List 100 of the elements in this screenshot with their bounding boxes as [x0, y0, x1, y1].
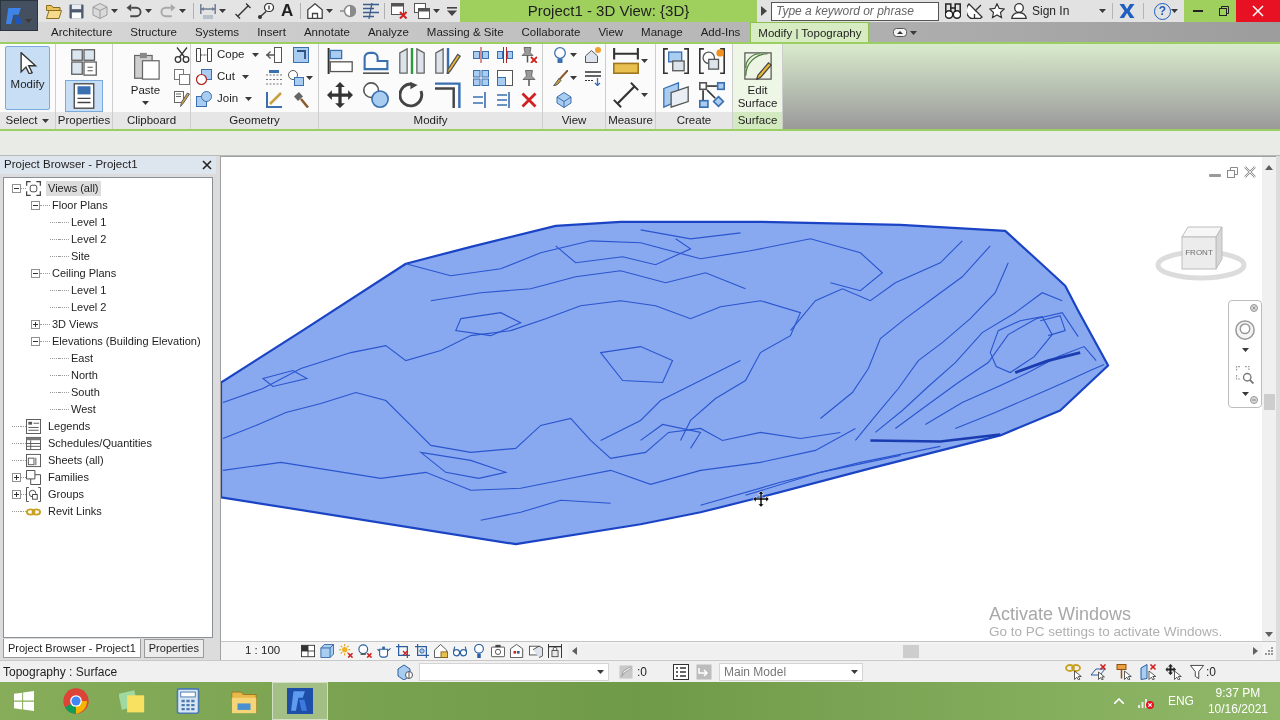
align-icon[interactable]: [327, 48, 353, 74]
tree-item[interactable]: Revit Links: [46, 504, 104, 519]
user-icon[interactable]: [1011, 3, 1027, 19]
tree-item[interactable]: 3D Views: [50, 317, 101, 332]
pencil-corner-icon[interactable]: [265, 92, 282, 109]
trim-multiple-icon[interactable]: [497, 92, 513, 109]
caret-icon[interactable]: [179, 9, 186, 13]
ribbon-tab[interactable]: Collaborate: [513, 22, 589, 42]
caret-icon[interactable]: [1171, 9, 1178, 13]
ribbon-tab[interactable]: Architecture: [43, 22, 121, 42]
split-face-icon[interactable]: [265, 69, 282, 86]
glasses-icon[interactable]: [453, 644, 467, 658]
collapse-icon[interactable]: [12, 184, 21, 193]
paste-icon[interactable]: [131, 52, 160, 80]
dimension-lock-icon[interactable]: [548, 644, 562, 658]
join-icon[interactable]: [196, 91, 212, 107]
pin-select-icon[interactable]: [1115, 663, 1132, 680]
tag-icon[interactable]: [258, 3, 274, 19]
array-icon[interactable]: [473, 69, 489, 86]
ribbon-tab[interactable]: Insert: [249, 22, 294, 42]
star-icon[interactable]: [989, 3, 1005, 19]
cube-badge-icon[interactable]: [397, 663, 413, 680]
tool-button[interactable]: Join: [196, 88, 260, 110]
trim-icon[interactable]: [435, 82, 461, 108]
arrow-right-icon[interactable]: [761, 6, 767, 16]
tree-item[interactable]: South: [69, 385, 102, 400]
assembly-icon[interactable]: [663, 48, 689, 74]
hammer-icon[interactable]: [292, 92, 309, 109]
link-select-icon[interactable]: [1065, 663, 1082, 680]
caret-icon[interactable]: [42, 118, 50, 123]
crop-region-icon[interactable]: [415, 644, 429, 658]
expand-icon[interactable]: [12, 473, 21, 482]
tree-item[interactable]: Level 1: [69, 283, 109, 298]
select-similar-icon[interactable]: [699, 82, 725, 108]
ring-logo-icon[interactable]: [63, 688, 89, 714]
underlay-select-icon[interactable]: [1090, 663, 1107, 680]
app-logo-icon[interactable]: [287, 688, 313, 714]
close-windows-icon[interactable]: [391, 3, 408, 19]
sun-off-icon[interactable]: [339, 644, 353, 658]
view-scale[interactable]: 1 : 100: [245, 642, 297, 660]
caret-icon[interactable]: [326, 9, 334, 13]
circle-square-icon[interactable]: [288, 69, 304, 86]
scroll-right-icon[interactable]: [1253, 647, 1258, 655]
switch-windows-icon[interactable]: [414, 3, 431, 19]
delete-icon[interactable]: [521, 92, 537, 109]
scroll-down-icon[interactable]: [1265, 632, 1273, 637]
copy-element-icon[interactable]: [363, 82, 389, 108]
split-element-icon[interactable]: [473, 47, 489, 63]
scroll-left-icon[interactable]: [572, 647, 577, 655]
x-logo-icon[interactable]: [1119, 3, 1135, 19]
grid-icon[interactable]: [301, 644, 315, 658]
text-tool-button[interactable]: A: [279, 1, 296, 21]
horizontal-scrollbar[interactable]: [568, 643, 1262, 659]
view-close-icon[interactable]: [1244, 166, 1256, 178]
model-dropdown[interactable]: Main Model: [719, 662, 863, 681]
close-x-icon[interactable]: [202, 160, 212, 170]
view-minimize-icon[interactable]: [1209, 173, 1221, 177]
filter-icon[interactable]: [1190, 663, 1204, 680]
expand-icon[interactable]: [31, 320, 40, 329]
sign-in-button[interactable]: Sign In: [1032, 2, 1070, 20]
taskbar-button[interactable]: [272, 682, 328, 720]
cut-geometry-icon[interactable]: [196, 69, 212, 85]
collapse-icon[interactable]: [31, 269, 40, 278]
caret-icon[interactable]: [111, 9, 118, 13]
tree-item[interactable]: West: [69, 402, 98, 417]
tree-item[interactable]: Level 1: [69, 215, 109, 230]
caret-icon[interactable]: [219, 9, 226, 13]
tool-button[interactable]: Cut: [196, 66, 260, 88]
caret-icon[interactable]: [1241, 348, 1249, 352]
customize-icon[interactable]: [447, 6, 458, 16]
caret-icon[interactable]: [910, 30, 918, 35]
steering-wheel-icon[interactable]: [1235, 320, 1255, 340]
zoom-icon[interactable]: [1236, 366, 1254, 384]
bulb-icon[interactable]: [551, 47, 568, 63]
save-icon[interactable]: [69, 3, 84, 19]
ribbon-tab[interactable]: Annotate: [295, 22, 358, 42]
caret-icon[interactable]: [306, 75, 313, 80]
resize-grip-icon[interactable]: [1265, 647, 1273, 655]
mirror-axis-icon[interactable]: [399, 48, 425, 74]
house-icon[interactable]: [307, 3, 324, 19]
caret-icon[interactable]: [245, 97, 253, 101]
nav-close-icon[interactable]: [1250, 304, 1258, 312]
dock-tab[interactable]: Properties: [143, 639, 204, 658]
small-bulb-icon[interactable]: [472, 644, 486, 658]
house-badge-icon[interactable]: [434, 644, 448, 658]
edit-surface-icon[interactable]: [743, 52, 772, 80]
caret-icon[interactable]: [241, 75, 249, 79]
tool-button[interactable]: Cope: [196, 44, 260, 66]
caret-icon[interactable]: [142, 101, 149, 105]
scrollbar-thumb[interactable]: [903, 644, 919, 658]
paintbrush-icon[interactable]: [551, 69, 568, 86]
linework-icon[interactable]: [585, 69, 601, 86]
scissors-icon[interactable]: [174, 47, 190, 63]
search-field[interactable]: Type a keyword or phrase: [771, 1, 939, 21]
caret-icon[interactable]: [569, 75, 577, 80]
caret-icon[interactable]: [597, 669, 604, 674]
caret-icon[interactable]: [1241, 392, 1249, 396]
diagonal-measure-icon[interactable]: [613, 82, 639, 108]
house-sun-icon[interactable]: [585, 47, 601, 63]
collapse-icon[interactable]: [31, 201, 40, 210]
